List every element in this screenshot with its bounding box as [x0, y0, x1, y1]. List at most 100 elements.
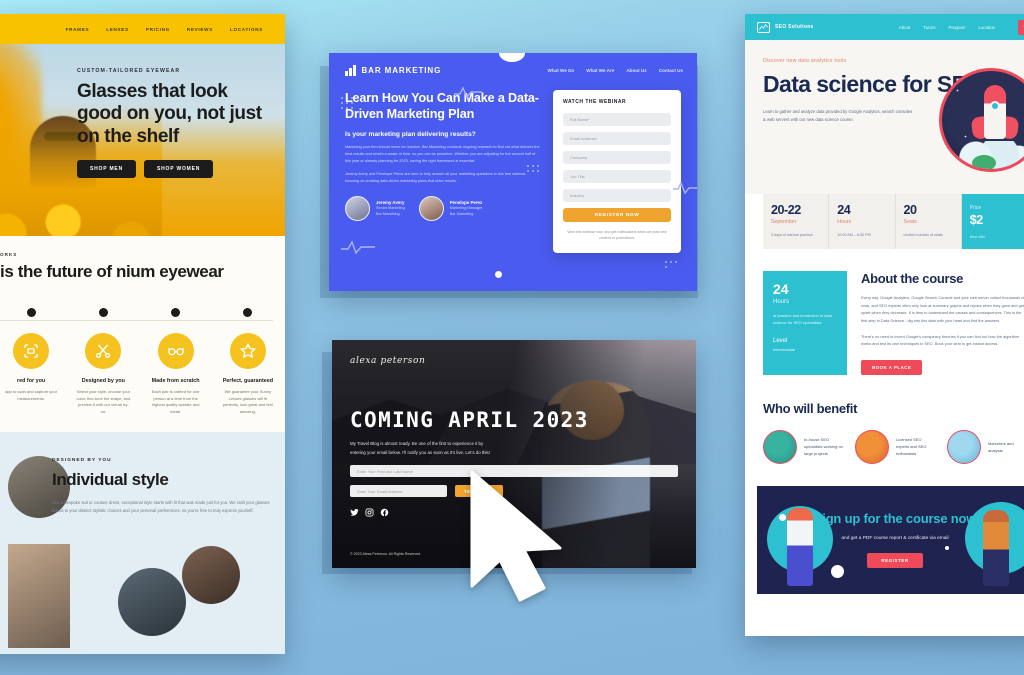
p2-paragraph-1: Marketing your firm should never be reac…: [345, 145, 540, 164]
p3-logo[interactable]: alexa peterson: [350, 356, 678, 366]
p1-nav-frames[interactable]: FRAMES: [66, 27, 90, 32]
twitter-icon[interactable]: [350, 508, 359, 517]
p4-stat-desc: Best offer: [969, 235, 986, 239]
p1-navbar: unny Lenses FRAMES LENSES PRICING REVIEW…: [0, 14, 285, 44]
p1-style-photo: [118, 568, 186, 636]
landing-page-sunny-lenses[interactable]: unny Lenses FRAMES LENSES PRICING REVIEW…: [0, 14, 285, 654]
p1-nav-pricing[interactable]: PRICING: [146, 27, 170, 32]
timeline-dot-icon: [98, 308, 108, 317]
p1-nav-locations[interactable]: LOCATIONS: [230, 27, 263, 32]
p4-stat-number: 20: [903, 203, 918, 217]
p2-speaker: Jeremy Avery Senior Marketing Bar Market…: [345, 196, 405, 222]
p1-section3-body: Like a bespoke suit or couture dress, ex…: [52, 500, 270, 513]
p2-speaker-list: Jeremy Avery Senior Marketing Bar Market…: [345, 196, 541, 222]
p2-nav-what-we-are[interactable]: What We Are: [586, 68, 614, 73]
register-now-button[interactable]: REGISTER NOW: [563, 208, 671, 222]
p4-stat-label: September: [771, 219, 797, 225]
p4-course-badge: 24 Hours of practice and immersion in da…: [763, 271, 847, 375]
p1-hero-copy: CUSTOM-TAILORED EYEWEAR Glasses that loo…: [77, 68, 269, 179]
p4-benefit-section: Who will benefit In-house SEO specialist…: [745, 375, 1024, 478]
p1-feature-desc: app to scan and capture your measurement…: [5, 389, 58, 401]
p1-feature-item: Perfect, guaranteed We guarantee your Su…: [217, 308, 279, 415]
p4-nav-tutors[interactable]: Tutors: [923, 25, 935, 30]
p4-stat-hours: 24 Hours 10:00 AM – 6:00 PM: [829, 194, 896, 250]
scan-icon: [13, 333, 50, 369]
p2-speaker-company: Bar Marketing: [376, 212, 400, 217]
signup-person-left-illustration: [787, 507, 813, 586]
company-input[interactable]: Company: [563, 151, 671, 164]
p2-form-note: View this webinar now, and get notificat…: [567, 230, 667, 241]
bar-chart-icon: [345, 65, 356, 76]
p1-feature-item: red for you app to scan and capture your…: [0, 308, 62, 415]
landing-page-seo-solutions[interactable]: SEO Solutions About Tutors Program Locat…: [745, 14, 1024, 636]
p3-headline: COMING APRIL 2023: [350, 408, 589, 432]
p4-logo[interactable]: SEO Solutions: [757, 21, 814, 33]
p4-stat-label: Price: [969, 205, 982, 211]
dot-decoration-icon: [779, 513, 786, 521]
p2-logo[interactable]: BAR MARKETING: [345, 65, 441, 76]
p1-section2-kicker: ORKS: [0, 252, 18, 257]
p1-nav-lenses[interactable]: LENSES: [106, 27, 129, 32]
email-address-input[interactable]: Email Address*: [563, 132, 671, 145]
p1-section3-kicker: DESIGNED BY YOU: [52, 458, 112, 463]
p4-benefit-text: Marketers and analysts: [988, 440, 1014, 453]
p1-feature-item: Designed by you Select your style, choos…: [72, 308, 134, 415]
p1-feature-item: Made from scratch Each pair is crafted f…: [145, 308, 207, 415]
p2-form-title: WATCH THE WEBINAR: [563, 99, 627, 105]
register-button[interactable]: REGISTER: [867, 553, 923, 569]
job-title-input[interactable]: Job Title: [563, 170, 671, 183]
p4-signup-banner: Sign up for the course now and get a PDF…: [757, 485, 1024, 594]
webinar-signup-form[interactable]: WATCH THE WEBINAR Full Name* Email Addre…: [553, 90, 681, 253]
p1-section2-headline: is the future of nium eyewear: [0, 262, 224, 281]
p4-about-paragraph-1: Every day, Google Analytics, Google Sear…: [861, 295, 1024, 323]
p1-nav-reviews[interactable]: REVIEWS: [187, 27, 213, 32]
p1-feature-title: red for you: [17, 378, 46, 384]
p4-badge-label: Hours: [773, 299, 790, 306]
p2-speaker-company: Bar Marketing: [449, 212, 474, 217]
industry-input[interactable]: Industry: [563, 189, 671, 202]
p4-stat-desc: Limited number of seats: [903, 233, 943, 237]
p3-copyright: © 2023 Alexa Peterson. All Rights Reserv…: [350, 552, 422, 556]
cart-icon[interactable]: 🛒: [1018, 19, 1024, 35]
p2-nav-contact-us[interactable]: Contact Us: [659, 68, 683, 73]
dots-decoration-icon: [665, 261, 677, 269]
p2-nav-about-us[interactable]: About Us: [626, 68, 646, 73]
p1-hero-buttons: SHOP MEN SHOP WOMEN: [77, 160, 269, 179]
p1-feature-desc: Select your style, choose your color, fi…: [76, 389, 131, 414]
email-input[interactable]: Enter Your Email Address: [350, 485, 447, 498]
p4-stats-row: 20-22 September 3 days of intense practi…: [763, 194, 1024, 250]
p4-hero: Discover new data analytics tools Data s…: [745, 40, 1024, 194]
p4-hero-body: Learn to gather and analyze data provide…: [763, 108, 913, 122]
facebook-icon[interactable]: [380, 508, 389, 517]
p4-nav-program[interactable]: Program: [949, 25, 966, 30]
p2-paragraph-2: Jeremy Avery and Penelope Perez are here…: [345, 172, 527, 184]
p1-feature-desc: Each pair is crafted for one person at a…: [151, 389, 200, 414]
p4-nav-about[interactable]: About: [899, 25, 910, 30]
p1-feature-title: Perfect, guaranteed: [222, 378, 274, 384]
landing-page-bar-marketing[interactable]: BAR MARKETING What We Do What We Are Abo…: [329, 53, 697, 291]
book-a-place-button[interactable]: BOOK A PLACE: [861, 359, 923, 375]
p4-stat-number: $2: [969, 213, 984, 227]
p1-section3-copy: DESIGNED BY YOU Individual style Like a …: [52, 458, 271, 515]
canvas: unny Lenses FRAMES LENSES PRICING REVIEW…: [0, 0, 1024, 675]
shop-men-button[interactable]: SHOP MEN: [77, 160, 136, 179]
instagram-icon[interactable]: [365, 508, 374, 517]
signup-person-right-illustration: [983, 509, 1009, 586]
p4-signup-copy: Sign up for the course now and get a PDF…: [814, 511, 976, 569]
p2-nav-what-we-do[interactable]: What We Do: [548, 68, 575, 73]
benefit-illustration-icon: [763, 429, 797, 464]
p1-how-it-works-section: ORKS is the future of nium eyewear red f…: [0, 236, 285, 432]
p2-left-column: Learn How You Can Make a Data-Driven Mar…: [345, 90, 541, 253]
p1-hero-eyebrow: CUSTOM-TAILORED EYEWEAR: [77, 68, 181, 74]
p4-about-section: 24 Hours of practice and immersion in da…: [745, 249, 1024, 375]
full-name-input[interactable]: Full Name*: [563, 113, 671, 126]
p4-stat-label: Hours: [837, 219, 852, 225]
p1-section3-headline: Individual style: [52, 470, 169, 489]
shop-women-button[interactable]: SHOP WOMEN: [143, 160, 214, 179]
p4-nav-location[interactable]: Location: [978, 25, 995, 30]
p4-logo-text: SEO Solutions: [775, 24, 814, 30]
p4-stat-price: Price $2 Best offer: [961, 194, 1024, 250]
p2-headline: Learn How You Can Make a Data-Driven Mar…: [345, 91, 539, 122]
p4-benefit-item: Licensed SEO experts and SEO enthusiasts: [855, 429, 935, 464]
p4-signup-body: and get a PDF course report & certificat…: [841, 536, 949, 542]
